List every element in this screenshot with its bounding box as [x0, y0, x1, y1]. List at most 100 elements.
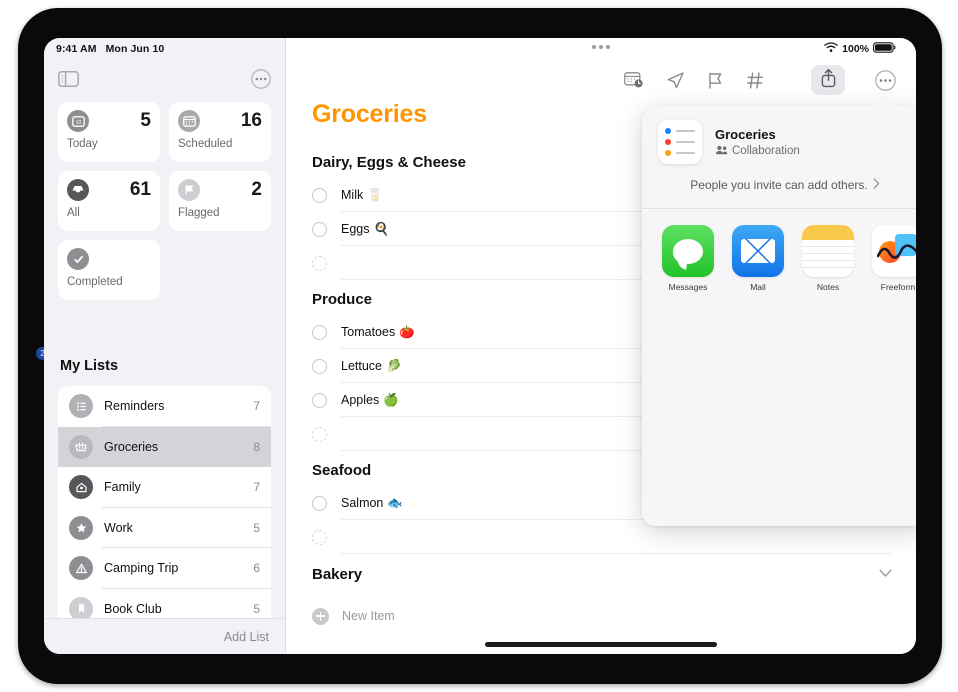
- share-target-label: Freeform: [880, 282, 916, 292]
- invite-options-label: People you invite can add others.: [690, 178, 868, 192]
- reminder-item[interactable]: Croissants 🥐: [312, 590, 892, 600]
- checkbox-circle-icon[interactable]: [312, 529, 327, 545]
- section-title: Dairy, Eggs & Cheese: [312, 154, 466, 171]
- flag-icon[interactable]: [707, 71, 724, 90]
- people-icon: [715, 145, 728, 158]
- share-icon: [820, 68, 837, 93]
- multitask-handle[interactable]: [592, 45, 610, 49]
- calendar-icon: [178, 110, 200, 132]
- reminder-item-label: Milk: [341, 188, 364, 202]
- smart-card-all[interactable]: 61 All: [58, 171, 160, 231]
- sidebar-toolbar: [44, 62, 285, 100]
- tray-icon: [67, 179, 89, 201]
- status-bar: 9:41 AM Mon Jun 10: [44, 38, 285, 60]
- reminders-app-icon: [658, 120, 702, 164]
- sidebar-item-label: Reminders: [104, 399, 165, 414]
- share-target-label: Notes: [816, 282, 840, 292]
- share-popover: Groceries Collaboration People you invit…: [642, 106, 916, 526]
- smart-card-count: 2: [251, 179, 262, 200]
- status-time: 9:41 AM: [56, 43, 97, 55]
- my-lists-group: Reminders 7 Groceries 8 Family 7 Work 5 …: [58, 386, 271, 629]
- battery-percent: 100%: [842, 43, 869, 55]
- checkbox-circle-icon[interactable]: [312, 255, 327, 271]
- reminder-item-label: Salmon: [341, 496, 384, 510]
- smart-card-flagged[interactable]: 2 Flagged: [169, 171, 271, 231]
- ipad-screen: 9:41 AM Mon Jun 10 10 5 Today 16 Schedul…: [44, 38, 916, 654]
- my-lists-header: My Lists: [60, 358, 119, 374]
- popover-subtitle-row: Collaboration: [715, 145, 800, 158]
- checkbox-circle-icon[interactable]: [312, 426, 327, 442]
- calendar-clock-icon[interactable]: [624, 71, 644, 89]
- section-title: Produce: [312, 291, 373, 308]
- smart-lists-grid: 10 5 Today 16 Scheduled 61 All 2 Flagged…: [58, 102, 271, 300]
- sidebar-item-reminders[interactable]: Reminders 7: [58, 386, 271, 427]
- new-item-placeholder: New Item: [342, 609, 395, 623]
- sidebar-toggle-icon[interactable]: [58, 70, 79, 92]
- messages-app-icon: [662, 225, 714, 277]
- smart-card-label: Scheduled: [178, 138, 233, 150]
- sidebar-item-camping-trip[interactable]: Camping Trip 6: [58, 548, 271, 589]
- share-app-row[interactable]: Messages Mail Notes Freeform: [642, 209, 916, 292]
- sidebar: 9:41 AM Mon Jun 10 10 5 Today 16 Schedul…: [44, 38, 286, 654]
- sidebar-item-work[interactable]: Work 5: [58, 508, 271, 548]
- ellipsis-circle-icon[interactable]: [251, 68, 271, 94]
- share-target-notes[interactable]: Notes: [802, 225, 854, 292]
- sidebar-item-label: Camping Trip: [104, 561, 179, 576]
- chevron-down-icon[interactable]: [879, 565, 892, 583]
- reminder-item-label: Apples: [341, 393, 380, 407]
- ellipsis-circle-icon[interactable]: [875, 69, 896, 91]
- checkbox-circle-icon[interactable]: [312, 187, 327, 203]
- triangle-warning-icon: [69, 556, 93, 581]
- checkbox-circle-icon[interactable]: [312, 392, 327, 408]
- sidebar-item-count: 7: [253, 480, 260, 495]
- reminder-item-emoji: 🍅: [399, 324, 415, 339]
- share-target-mail[interactable]: Mail: [732, 225, 784, 292]
- home-indicator: [485, 642, 717, 647]
- house-icon: [69, 475, 93, 500]
- smart-card-count: 16: [240, 110, 262, 131]
- checkbox-circle-icon[interactable]: [312, 324, 327, 340]
- checkbox-circle-icon[interactable]: [312, 358, 327, 374]
- sidebar-item-family[interactable]: Family 7: [58, 467, 271, 508]
- location-arrow-icon[interactable]: [666, 71, 685, 90]
- smart-card-label: Flagged: [178, 207, 220, 219]
- reminder-item-emoji: 🍳: [373, 221, 390, 236]
- smart-card-scheduled[interactable]: 16 Scheduled: [169, 102, 271, 162]
- new-item-bar[interactable]: New Item: [286, 600, 916, 632]
- svg-text:10: 10: [75, 120, 81, 126]
- checkbox-circle-icon[interactable]: [312, 495, 327, 511]
- ipad-device-frame: 2 9:41 AM Mon Jun 10 10 5 Today 16 Sched…: [18, 8, 942, 684]
- share-target-freeform[interactable]: Freeform: [872, 225, 916, 292]
- smart-card-count: 5: [140, 110, 151, 131]
- checkmark-circle-icon: [67, 248, 89, 270]
- section-title: Seafood: [312, 462, 372, 479]
- mail-app-icon: [732, 225, 784, 277]
- sidebar-item-label: Work: [104, 520, 133, 535]
- plus-circle-icon[interactable]: [312, 607, 329, 625]
- smart-card-completed[interactable]: Completed: [58, 240, 160, 300]
- smart-card-today[interactable]: 10 5 Today: [58, 102, 160, 162]
- sidebar-item-count: 7: [253, 399, 260, 414]
- share-button[interactable]: [811, 65, 845, 95]
- invite-options-row[interactable]: People you invite can add others.: [642, 174, 916, 208]
- sidebar-item-count: 5: [253, 601, 260, 616]
- section-bakery: Bakery Croissants 🥐: [312, 556, 892, 600]
- hashtag-icon[interactable]: [746, 71, 765, 90]
- sidebar-item-groceries[interactable]: Groceries 8: [58, 426, 271, 467]
- add-list-button[interactable]: Add List: [224, 630, 269, 644]
- smart-card-label: All: [67, 207, 80, 219]
- basket-icon: [69, 434, 93, 459]
- share-target-messages[interactable]: Messages: [662, 225, 714, 292]
- sidebar-footer: Add List: [44, 618, 285, 654]
- reminder-item-label: Eggs: [341, 222, 370, 236]
- checkbox-circle-icon[interactable]: [312, 221, 327, 237]
- status-date: Mon Jun 10: [105, 43, 165, 55]
- list-bullet-icon: [69, 394, 93, 419]
- popover-subtitle: Collaboration: [732, 145, 800, 157]
- main-toolbar: [286, 60, 916, 100]
- sidebar-item-count: 8: [253, 439, 260, 454]
- reminder-item-label: Tomatoes: [341, 325, 396, 339]
- sidebar-item-label: Groceries: [104, 439, 159, 454]
- freeform-app-icon: [872, 225, 916, 277]
- sidebar-item-label: Book Club: [104, 601, 162, 616]
